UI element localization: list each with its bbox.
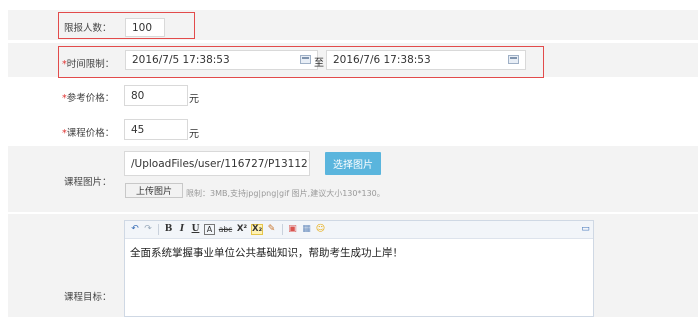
image-path-input[interactable]: /UploadFiles/user/116727/P13112185233 <box>124 151 310 176</box>
ref-price-label: *参考价格： <box>62 90 114 104</box>
superscript-icon[interactable]: X² <box>236 224 248 235</box>
time-limit-label-text: 时间限制： <box>66 59 115 70</box>
toolbar-separator <box>158 224 159 235</box>
time-limit-label: *时间限制： <box>62 56 114 70</box>
course-image-label: 课程图片： <box>64 177 112 188</box>
ref-price-input[interactable]: 80 <box>124 85 188 106</box>
upload-hint: 限制：3MB,支持jpg|png|gif 图片,建议大小130*130。 <box>186 189 385 198</box>
start-time-input[interactable]: 2016/7/5 17:38:53 <box>125 50 318 70</box>
image-icon[interactable]: ▣ <box>287 224 298 235</box>
calendar-icon[interactable] <box>300 55 311 64</box>
font-color-icon[interactable]: A <box>204 224 215 235</box>
course-price-label: *课程价格： <box>62 125 114 139</box>
redo-icon[interactable]: ↷ <box>143 224 153 235</box>
source-code-icon[interactable]: ▭ <box>580 224 591 235</box>
undo-icon[interactable]: ↶ <box>130 224 140 235</box>
end-time-input[interactable]: 2016/7/6 17:38:53 <box>326 50 526 70</box>
ref-price-unit: 元 <box>189 94 199 105</box>
course-price-label-text: 课程价格： <box>66 128 115 139</box>
strikethrough-icon[interactable]: abc <box>218 224 233 235</box>
ref-price-label-text: 参考价格： <box>66 93 115 104</box>
calendar-icon[interactable] <box>508 55 519 64</box>
course-goal-label: 课程目标： <box>64 292 112 303</box>
italic-icon[interactable]: I <box>177 224 187 235</box>
course-price-input[interactable]: 45 <box>124 119 188 140</box>
course-price-unit: 元 <box>189 129 199 140</box>
upload-image-button[interactable]: 上传图片 <box>125 183 183 198</box>
eraser-icon[interactable]: ✎ <box>266 224 277 235</box>
limit-count-label: 限报人数： <box>64 23 112 34</box>
table-icon[interactable]: ▦ <box>301 224 312 235</box>
bold-icon[interactable]: B <box>163 224 174 235</box>
underline-icon[interactable]: U <box>190 224 201 235</box>
emoji-icon[interactable]: ☺ <box>315 224 326 235</box>
subscript-icon[interactable]: X₂ <box>251 224 263 235</box>
course-form: 限报人数： 100 *时间限制： 2016/7/5 17:38:53 至 201… <box>8 0 698 317</box>
toolbar-separator <box>282 224 283 235</box>
editor-toolbar: ↶ ↷ B I U A abc X² X₂ ✎ ▣ ▦ ☺ ▭ <box>125 221 593 239</box>
editor-content[interactable]: 全面系统掌握事业单位公共基础知识，帮助考生成功上岸！ <box>130 245 403 260</box>
limit-count-input[interactable]: 100 <box>125 18 165 37</box>
rich-text-editor[interactable]: ↶ ↷ B I U A abc X² X₂ ✎ ▣ ▦ ☺ ▭ 全面系统掌握事业… <box>124 220 594 317</box>
select-image-button[interactable]: 选择图片 <box>325 152 381 175</box>
time-range-separator: 至 <box>314 58 324 69</box>
